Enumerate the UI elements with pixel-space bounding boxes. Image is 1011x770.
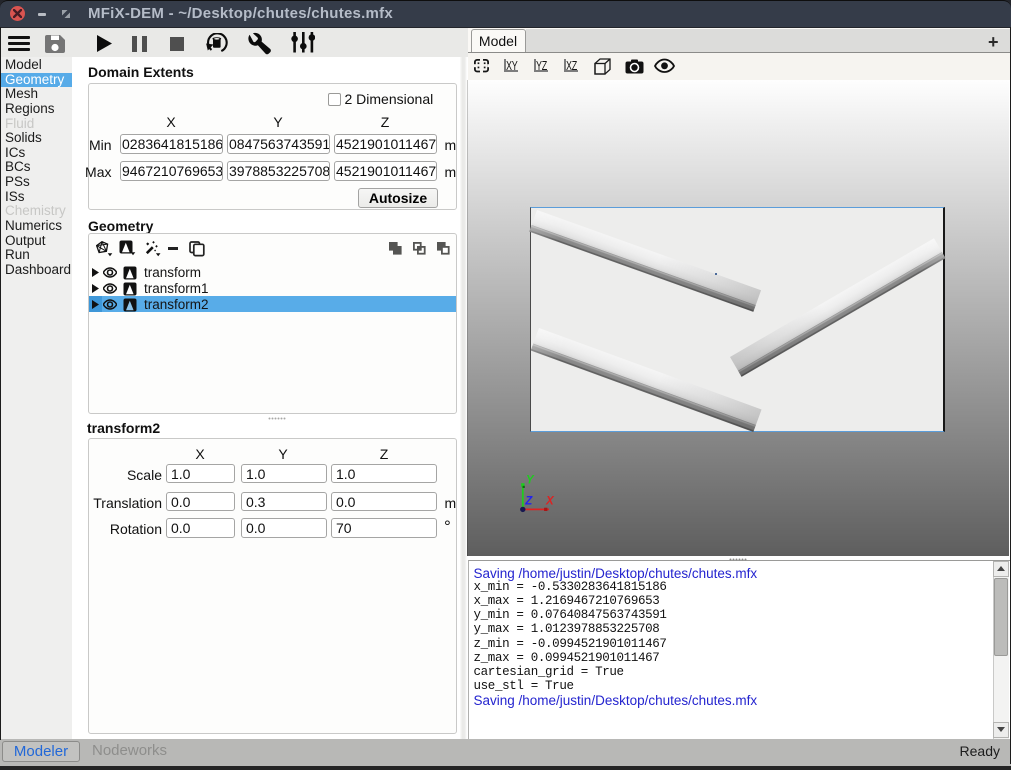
svg-text:Z: Z [524, 495, 533, 507]
svg-text:Y: Y [526, 475, 535, 487]
svg-text:X: X [545, 495, 555, 507]
